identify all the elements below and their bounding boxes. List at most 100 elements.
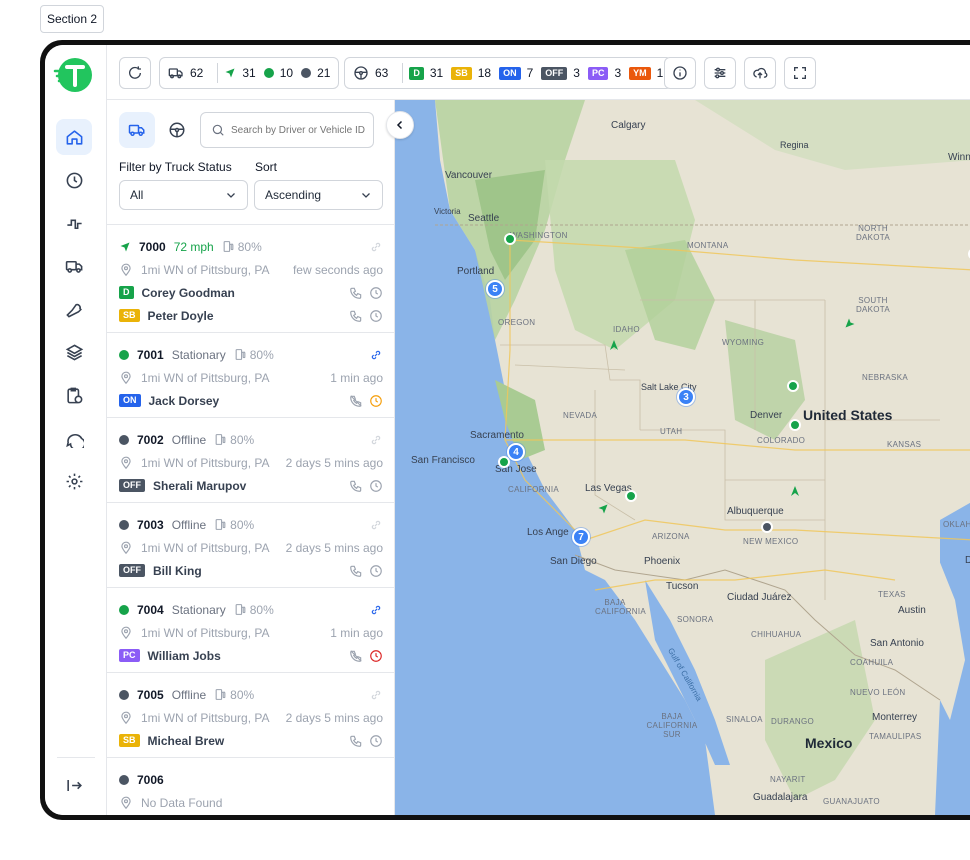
- location-pin-icon: [121, 541, 131, 554]
- map-label: NORTH DAKOTA: [855, 224, 891, 242]
- nav-maintenance[interactable]: [56, 291, 92, 327]
- clock-icon[interactable]: [369, 309, 383, 323]
- vehicle-marker[interactable]: [625, 490, 637, 502]
- filter-select[interactable]: All: [119, 180, 248, 210]
- vehicle-cluster[interactable]: 5: [486, 280, 504, 298]
- vehicle-marker[interactable]: [761, 521, 773, 533]
- map-label: COAHUILA: [850, 658, 894, 667]
- driver-name: Bill King: [153, 563, 202, 578]
- vehicle-id: 7003: [137, 517, 164, 532]
- phone-off-icon[interactable]: [349, 394, 363, 408]
- offline-dot-icon: [301, 68, 312, 78]
- map-label: DURANGO: [771, 717, 814, 726]
- vehicle-marker[interactable]: [789, 419, 801, 431]
- truck-stats[interactable]: 62 31 10 21: [159, 57, 340, 89]
- link-icon[interactable]: [369, 433, 383, 447]
- app-window: 62 31 10 21 63 D 31 SB 18 ON 7 OFF 3 PC …: [45, 45, 970, 815]
- map-label: San Diego: [550, 556, 597, 567]
- nav-trucks[interactable]: [56, 248, 92, 284]
- vehicle-id: 7001: [137, 347, 164, 362]
- vehicle-cluster[interactable]: 7: [572, 528, 590, 546]
- moving-vehicle-icon[interactable]: [789, 485, 801, 497]
- nav-logs[interactable]: [56, 377, 92, 413]
- link-icon[interactable]: [369, 348, 383, 362]
- phone-icon[interactable]: [349, 309, 363, 323]
- clock-icon[interactable]: [369, 734, 383, 748]
- vehicle-id: 7002: [137, 432, 164, 447]
- vehicle-marker[interactable]: [498, 456, 510, 468]
- map-label: NUEVO LEÓN: [850, 688, 906, 697]
- nav-logout[interactable]: [56, 767, 92, 803]
- vehicle-card[interactable]: 7001 Stationary 80% 1mi WN of Pittsburg,…: [107, 332, 395, 417]
- link-icon[interactable]: [369, 518, 383, 532]
- clock-icon[interactable]: [369, 394, 383, 408]
- fuel-level: 80%: [214, 518, 254, 532]
- trucks-tab[interactable]: [119, 112, 155, 148]
- drivers-tab[interactable]: [159, 112, 195, 148]
- phone-icon[interactable]: [349, 286, 363, 300]
- fuel-value: 80%: [249, 602, 274, 617]
- filter-label: Filter by Truck Status: [119, 160, 232, 174]
- filters-button[interactable]: [704, 57, 736, 89]
- map-label: San Francisco: [411, 455, 475, 466]
- search-box[interactable]: [200, 112, 374, 148]
- info-button[interactable]: [664, 57, 696, 89]
- vehicle-id: 7005: [137, 687, 164, 702]
- phone-icon[interactable]: [349, 479, 363, 493]
- app-logo[interactable]: [53, 55, 93, 95]
- vehicle-card[interactable]: 7000 72 mph 80% 1mi WN of Pittsburg, PA …: [107, 224, 395, 332]
- vehicle-cluster[interactable]: 3: [677, 388, 695, 406]
- cloud-upload-button[interactable]: [744, 57, 776, 89]
- driver-name: Jack Dorsey: [148, 393, 220, 408]
- vehicle-card[interactable]: 7002 Offline 80% 1mi WN of Pittsburg, PA…: [107, 417, 395, 502]
- nav-home[interactable]: [56, 119, 92, 155]
- map-label: WASHINGTON: [510, 231, 568, 240]
- link-icon[interactable]: [369, 240, 383, 254]
- nav-messages[interactable]: [56, 420, 92, 456]
- map-background: [395, 100, 970, 815]
- phone-off-icon[interactable]: [349, 649, 363, 663]
- driver-name: Micheal Brew: [147, 733, 225, 748]
- refresh-button[interactable]: [119, 57, 151, 89]
- link-icon[interactable]: [369, 688, 383, 702]
- clock-icon[interactable]: [369, 479, 383, 493]
- vehicle-marker[interactable]: [504, 233, 516, 245]
- fuel-value: 80%: [249, 347, 274, 362]
- map-label: United States: [803, 407, 893, 423]
- vehicle-card[interactable]: 7004 Stationary 80% 1mi WN of Pittsburg,…: [107, 587, 395, 672]
- clock-icon[interactable]: [369, 649, 383, 663]
- nav-activity[interactable]: [56, 205, 92, 241]
- vehicle-location: 1mi WN of Pittsburg, PA: [141, 262, 270, 277]
- map-label: ARIZONA: [652, 532, 690, 541]
- link-icon[interactable]: [369, 603, 383, 617]
- map-view[interactable]: Calgary Regina Winni Vancouver Victoria …: [395, 100, 970, 815]
- vehicle-card[interactable]: 7003 Offline 80% 1mi WN of Pittsburg, PA…: [107, 502, 395, 587]
- steering-wheel-icon: [354, 66, 368, 80]
- map-label: KANSAS: [887, 440, 922, 449]
- vehicle-id: 7004: [137, 602, 164, 617]
- nav-settings[interactable]: [56, 463, 92, 499]
- nav-layers[interactable]: [56, 334, 92, 370]
- moving-vehicle-icon[interactable]: [608, 339, 620, 351]
- duty-count-sb: 18: [477, 66, 492, 80]
- duty-badge-ym: YM: [629, 66, 651, 80]
- nav-history[interactable]: [56, 162, 92, 198]
- moving-vehicle-icon[interactable]: [844, 317, 856, 329]
- clock-icon[interactable]: [369, 286, 383, 300]
- sort-select[interactable]: Ascending: [254, 180, 383, 210]
- fuel-icon: [215, 434, 226, 445]
- clock-icon[interactable]: [369, 564, 383, 578]
- fullscreen-button[interactable]: [784, 57, 816, 89]
- driver-stats[interactable]: 63 D 31 SB 18 ON 7 OFF 3 PC 3 YM 1: [344, 57, 673, 89]
- collapse-panel-button[interactable]: [386, 111, 414, 139]
- vehicle-card[interactable]: 7005 Offline 80% 1mi WN of Pittsburg, PA…: [107, 672, 395, 757]
- phone-icon[interactable]: [349, 564, 363, 578]
- phone-icon[interactable]: [349, 734, 363, 748]
- activity-icon: [66, 219, 82, 229]
- search-input[interactable]: [231, 124, 371, 136]
- vehicle-cluster[interactable]: 4: [507, 443, 525, 461]
- vehicle-card[interactable]: 7006 No Data Found: [107, 757, 395, 815]
- map-label: OKLAHO: [943, 520, 970, 529]
- moving-vehicle-icon[interactable]: [597, 503, 609, 515]
- vehicle-marker[interactable]: [787, 380, 799, 392]
